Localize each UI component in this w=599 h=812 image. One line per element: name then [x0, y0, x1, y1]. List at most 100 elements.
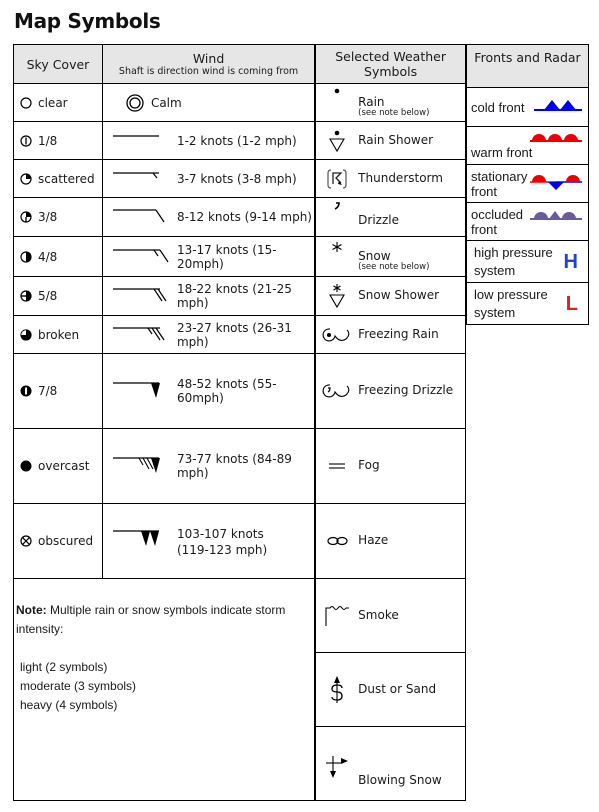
front-label: occluded: [471, 206, 524, 222]
table-row: 7/8 48-52 knots (55-60mph) Freezing Driz…: [13, 353, 467, 429]
wind-barb-icon: [112, 248, 169, 262]
front-label-line2: front: [471, 183, 498, 199]
intensity-note: Note: Multiple rain or snow symbols indi…: [13, 578, 317, 801]
weather-label: Freezing Rain: [358, 326, 439, 341]
header-weather: Selected Weather Symbols: [314, 44, 467, 84]
front-label: warm front: [471, 145, 533, 160]
freezing-rain-icon: [322, 327, 350, 341]
header-weather-line1: Selected Weather: [335, 49, 446, 64]
header-row: Sky Cover Wind Shaft is direction wind i…: [13, 44, 467, 84]
note-label: Note:: [16, 603, 47, 617]
sky-label: obscured: [38, 534, 94, 548]
sky-label: 4/8: [38, 249, 58, 264]
table-row: 1/8 1-2 knots (1-2 mph) Rain Shower: [13, 121, 467, 160]
table-row: stationary front: [466, 164, 589, 203]
pressure-label: high pressure: [474, 244, 553, 260]
wind-label: 1-2 knots (1-2 mph): [176, 133, 297, 148]
sky-label: scattered: [38, 171, 95, 186]
wind-label: 48-52 knots (55-60mph): [176, 377, 277, 405]
table-row: 3/8 8-12 knots (9-14 mph) Drizzle: [13, 197, 467, 237]
header-wind: Wind Shaft is direction wind is coming f…: [101, 44, 317, 84]
wind-label: 13-17 knots (15-20mph): [176, 242, 277, 271]
weather-label: Rain Shower: [358, 132, 434, 147]
intensity-moderate: moderate (3 symbols): [20, 679, 137, 693]
wind-barb-icon: [112, 457, 160, 473]
occluded-front-icon: [530, 211, 582, 220]
table-row: cold front: [466, 87, 589, 127]
table-row: 5/8 18-22 knots (21-25 mph) Snow Shower: [13, 276, 467, 316]
scattered-sky-icon: [20, 172, 32, 185]
weather-label: Freezing Drizzle: [358, 383, 454, 398]
half-sky-icon: [20, 250, 32, 263]
intensity-light: light (2 symbols): [20, 660, 108, 674]
one-eighth-sky-icon: [20, 134, 32, 147]
sky-label: broken: [38, 327, 80, 342]
wind-barb-icon: [112, 530, 159, 546]
header-sky-cover: Sky Cover: [13, 44, 103, 84]
five-eighths-sky-icon: [20, 290, 32, 302]
haze-icon: [327, 536, 348, 546]
table-row: occluded front: [466, 202, 589, 241]
wind-label: 103-107 knots: [176, 527, 264, 541]
wind-barb-icon: [112, 171, 159, 178]
wind-barb-icon: [112, 209, 165, 223]
smoke-icon: [325, 605, 350, 626]
sky-label: clear: [38, 95, 68, 110]
wind-barb-icon: [112, 288, 167, 302]
front-label: cold front: [471, 99, 525, 115]
stationary-front-icon: [530, 175, 582, 190]
front-label-line2: front: [471, 221, 498, 237]
wind-label: 3-7 knots (3-8 mph): [176, 171, 297, 186]
pressure-label: low pressure: [474, 286, 548, 302]
thunderstorm-icon: [327, 168, 347, 189]
table-row: clear Calm Rain (see note below): [13, 83, 467, 122]
calm-wind-icon: [126, 93, 144, 112]
sky-label: 1/8: [38, 133, 58, 148]
wind-barb-icon: [112, 382, 160, 398]
weather-label: Snow: [358, 249, 391, 264]
high-pressure-icon: H: [563, 251, 578, 273]
three-eighths-sky-icon: [20, 211, 32, 223]
cold-front-icon: [534, 100, 582, 111]
sky-label: 7/8: [38, 384, 58, 398]
weather-label: Haze: [358, 533, 389, 548]
weather-label: Fog: [358, 458, 380, 473]
weather-label: Drizzle: [358, 213, 399, 228]
warm-front-icon: [530, 134, 582, 142]
wind-barb-icon: [112, 134, 159, 137]
rain-icon: [334, 88, 340, 93]
header-weather-line2: Symbols: [364, 64, 418, 79]
wind-label: 18-22 knots (21-25 mph): [176, 282, 292, 310]
fog-icon: [329, 463, 346, 469]
weather-label: Dust or Sand: [358, 681, 437, 696]
sky-label: 5/8: [38, 289, 58, 303]
wind-label-line2: (119-123 mph): [176, 543, 268, 557]
clear-sky-icon: [20, 96, 32, 109]
rain-shower-icon: [329, 130, 346, 152]
broken-sky-icon: [20, 328, 32, 341]
table-row: Note: Multiple rain or snow symbols indi…: [13, 578, 467, 801]
weather-label: Blowing Snow: [358, 772, 442, 787]
table-row: high pressure system H: [466, 240, 589, 283]
drizzle-icon: [334, 202, 340, 210]
header-wind-title: Wind: [192, 51, 225, 66]
fronts-radar-table: Fronts and Radar cold front warm front s…: [466, 44, 589, 325]
sky-label: 3/8: [38, 210, 58, 224]
seven-eighths-sky-icon: [20, 385, 32, 397]
pressure-label-line2: system: [474, 304, 516, 320]
header-wind-subtitle: Shaft is direction wind is coming from: [118, 66, 299, 77]
wind-label: 8-12 knots (9-14 mph): [176, 210, 312, 224]
low-pressure-icon: L: [565, 293, 578, 315]
blowing-snow-icon: [326, 755, 349, 778]
dust-sand-icon: [331, 675, 343, 703]
weather-label: Thunderstorm: [358, 170, 443, 185]
weather-label: Smoke: [358, 607, 399, 622]
snow-shower-icon: [329, 284, 346, 309]
weather-sublabel: (see note below): [358, 108, 430, 119]
wind-label: 73-77 knots (84-89 mph): [176, 452, 292, 480]
obscured-sky-icon: [20, 535, 32, 547]
weather-sublabel: (see note below): [358, 262, 430, 273]
wind-barb-icon: [112, 326, 165, 340]
table-row: warm front: [466, 126, 589, 165]
weather-label: Snow Shower: [358, 288, 440, 303]
